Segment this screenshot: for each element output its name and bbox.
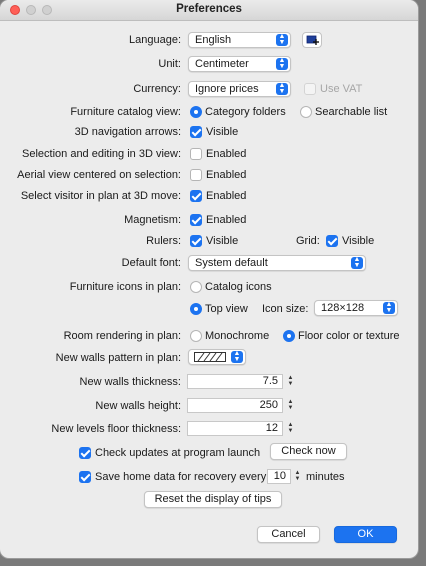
currency-value: Ignore prices (195, 83, 259, 95)
language-select[interactable]: English ▲ ▼ (188, 32, 291, 48)
language-value: English (195, 34, 232, 46)
chevron-updown-icon: ▲ ▼ (276, 57, 288, 70)
title-bar: Preferences (0, 0, 418, 21)
grid-checkbox[interactable] (326, 235, 338, 247)
searchable-list-label: Searchable list (315, 106, 388, 118)
walls-pattern-select[interactable]: ▲ ▼ (188, 349, 246, 365)
chevron-updown-icon: ▲ ▼ (383, 301, 395, 314)
language-label: Language: (129, 34, 181, 46)
nav-arrows-label: 3D navigation arrows: (74, 126, 181, 138)
monochrome-radio[interactable] (190, 330, 202, 342)
reset-tips-button[interactable]: Reset the display of tips (144, 491, 282, 508)
check-updates-label: Check updates at program launch (95, 447, 261, 459)
aerial-check-label: Enabled (206, 169, 247, 181)
catalog-icons-label: Catalog icons (205, 281, 272, 293)
walls-thickness-field[interactable]: 7.5 (187, 374, 283, 389)
catalog-view-label: Furniture catalog view: (70, 106, 181, 118)
rulers-check-label: Visible (206, 235, 239, 247)
default-font-label: Default font: (121, 257, 181, 269)
rulers-label: Rulers: (146, 235, 181, 247)
add-language-icon (306, 35, 319, 45)
cancel-button[interactable]: Cancel (257, 526, 320, 543)
selection-3d-label: Selection and editing in 3D view: (22, 148, 181, 160)
grid-label: Grid: (296, 235, 320, 247)
searchable-list-radio[interactable] (300, 106, 312, 118)
visitor-check-label: Enabled (206, 190, 247, 202)
magnetism-check-label: Enabled (206, 214, 247, 226)
unit-select[interactable]: Centimeter ▲ ▼ (188, 56, 291, 72)
walls-height-stepper[interactable]: ▲ ▼ (286, 398, 295, 413)
preferences-window: Preferences Language: English ▲ ▼ Unit: C… (0, 0, 418, 558)
floor-color-label: Floor color or texture (298, 330, 400, 342)
currency-select[interactable]: Ignore prices ▲ ▼ (188, 81, 291, 97)
unit-value: Centimeter (195, 58, 249, 70)
walls-thickness-label: New walls thickness: (79, 376, 181, 388)
furniture-icons-label: Furniture icons in plan: (69, 281, 181, 293)
grid-check-label: Visible (342, 235, 375, 247)
add-language-button[interactable] (302, 32, 322, 48)
aerial-checkbox[interactable] (190, 169, 202, 181)
use-vat-label: Use VAT (320, 83, 363, 95)
default-font-select[interactable]: System default ▲ ▼ (188, 255, 366, 271)
default-font-value: System default (195, 257, 268, 269)
use-vat-checkbox[interactable] (304, 83, 316, 95)
walls-height-field[interactable]: 250 (187, 398, 283, 413)
unit-label: Unit: (158, 58, 181, 70)
chevron-updown-icon: ▲ ▼ (276, 33, 288, 46)
ok-button[interactable]: OK (334, 526, 397, 543)
walls-height-label: New walls height: (95, 400, 181, 412)
check-now-button[interactable]: Check now (270, 443, 347, 460)
rulers-checkbox[interactable] (190, 235, 202, 247)
recovery-minutes-field[interactable]: 10 (267, 469, 291, 484)
top-view-label: Top view (205, 303, 248, 315)
icon-size-label: Icon size: (262, 303, 309, 315)
category-folders-radio[interactable] (190, 106, 202, 118)
floor-color-radio[interactable] (283, 330, 295, 342)
currency-label: Currency: (133, 83, 181, 95)
walls-thickness-stepper[interactable]: ▲ ▼ (286, 374, 295, 389)
magnetism-checkbox[interactable] (190, 214, 202, 226)
recovery-checkbox[interactable] (79, 471, 91, 483)
walls-pattern-label: New walls pattern in plan: (55, 352, 181, 364)
aerial-label: Aerial view centered on selection: (17, 169, 181, 181)
window-title: Preferences (176, 3, 242, 15)
floor-thickness-label: New levels floor thickness: (51, 423, 181, 435)
top-view-radio[interactable] (190, 303, 202, 315)
hatch-pattern-icon (194, 352, 226, 362)
category-folders-label: Category folders (205, 106, 286, 118)
selection-3d-check-label: Enabled (206, 148, 247, 160)
magnetism-label: Magnetism: (124, 214, 181, 226)
monochrome-label: Monochrome (205, 330, 270, 342)
nav-arrows-checkbox[interactable] (190, 126, 202, 138)
visitor-label: Select visitor in plan at 3D move: (20, 190, 181, 202)
icon-size-value: 128×128 (321, 302, 365, 314)
chevron-updown-icon: ▲ ▼ (351, 256, 363, 269)
floor-thickness-field[interactable]: 12 (187, 421, 283, 436)
catalog-icons-radio[interactable] (190, 281, 202, 293)
icon-size-select[interactable]: 128×128 ▲ ▼ (314, 300, 398, 316)
chevron-updown-icon: ▲ ▼ (276, 82, 288, 95)
selection-3d-checkbox[interactable] (190, 148, 202, 160)
nav-arrows-check-label: Visible (206, 126, 239, 138)
check-updates-checkbox[interactable] (79, 447, 91, 459)
chevron-updown-icon: ▲ ▼ (231, 350, 243, 363)
visitor-checkbox[interactable] (190, 190, 202, 202)
recovery-minutes-stepper[interactable]: ▲ ▼ (293, 469, 302, 484)
recovery-unit-label: minutes (306, 471, 345, 483)
room-rendering-label: Room rendering in plan: (63, 330, 181, 342)
floor-thickness-stepper[interactable]: ▲ ▼ (286, 421, 295, 436)
recovery-label: Save home data for recovery every: (95, 471, 270, 483)
